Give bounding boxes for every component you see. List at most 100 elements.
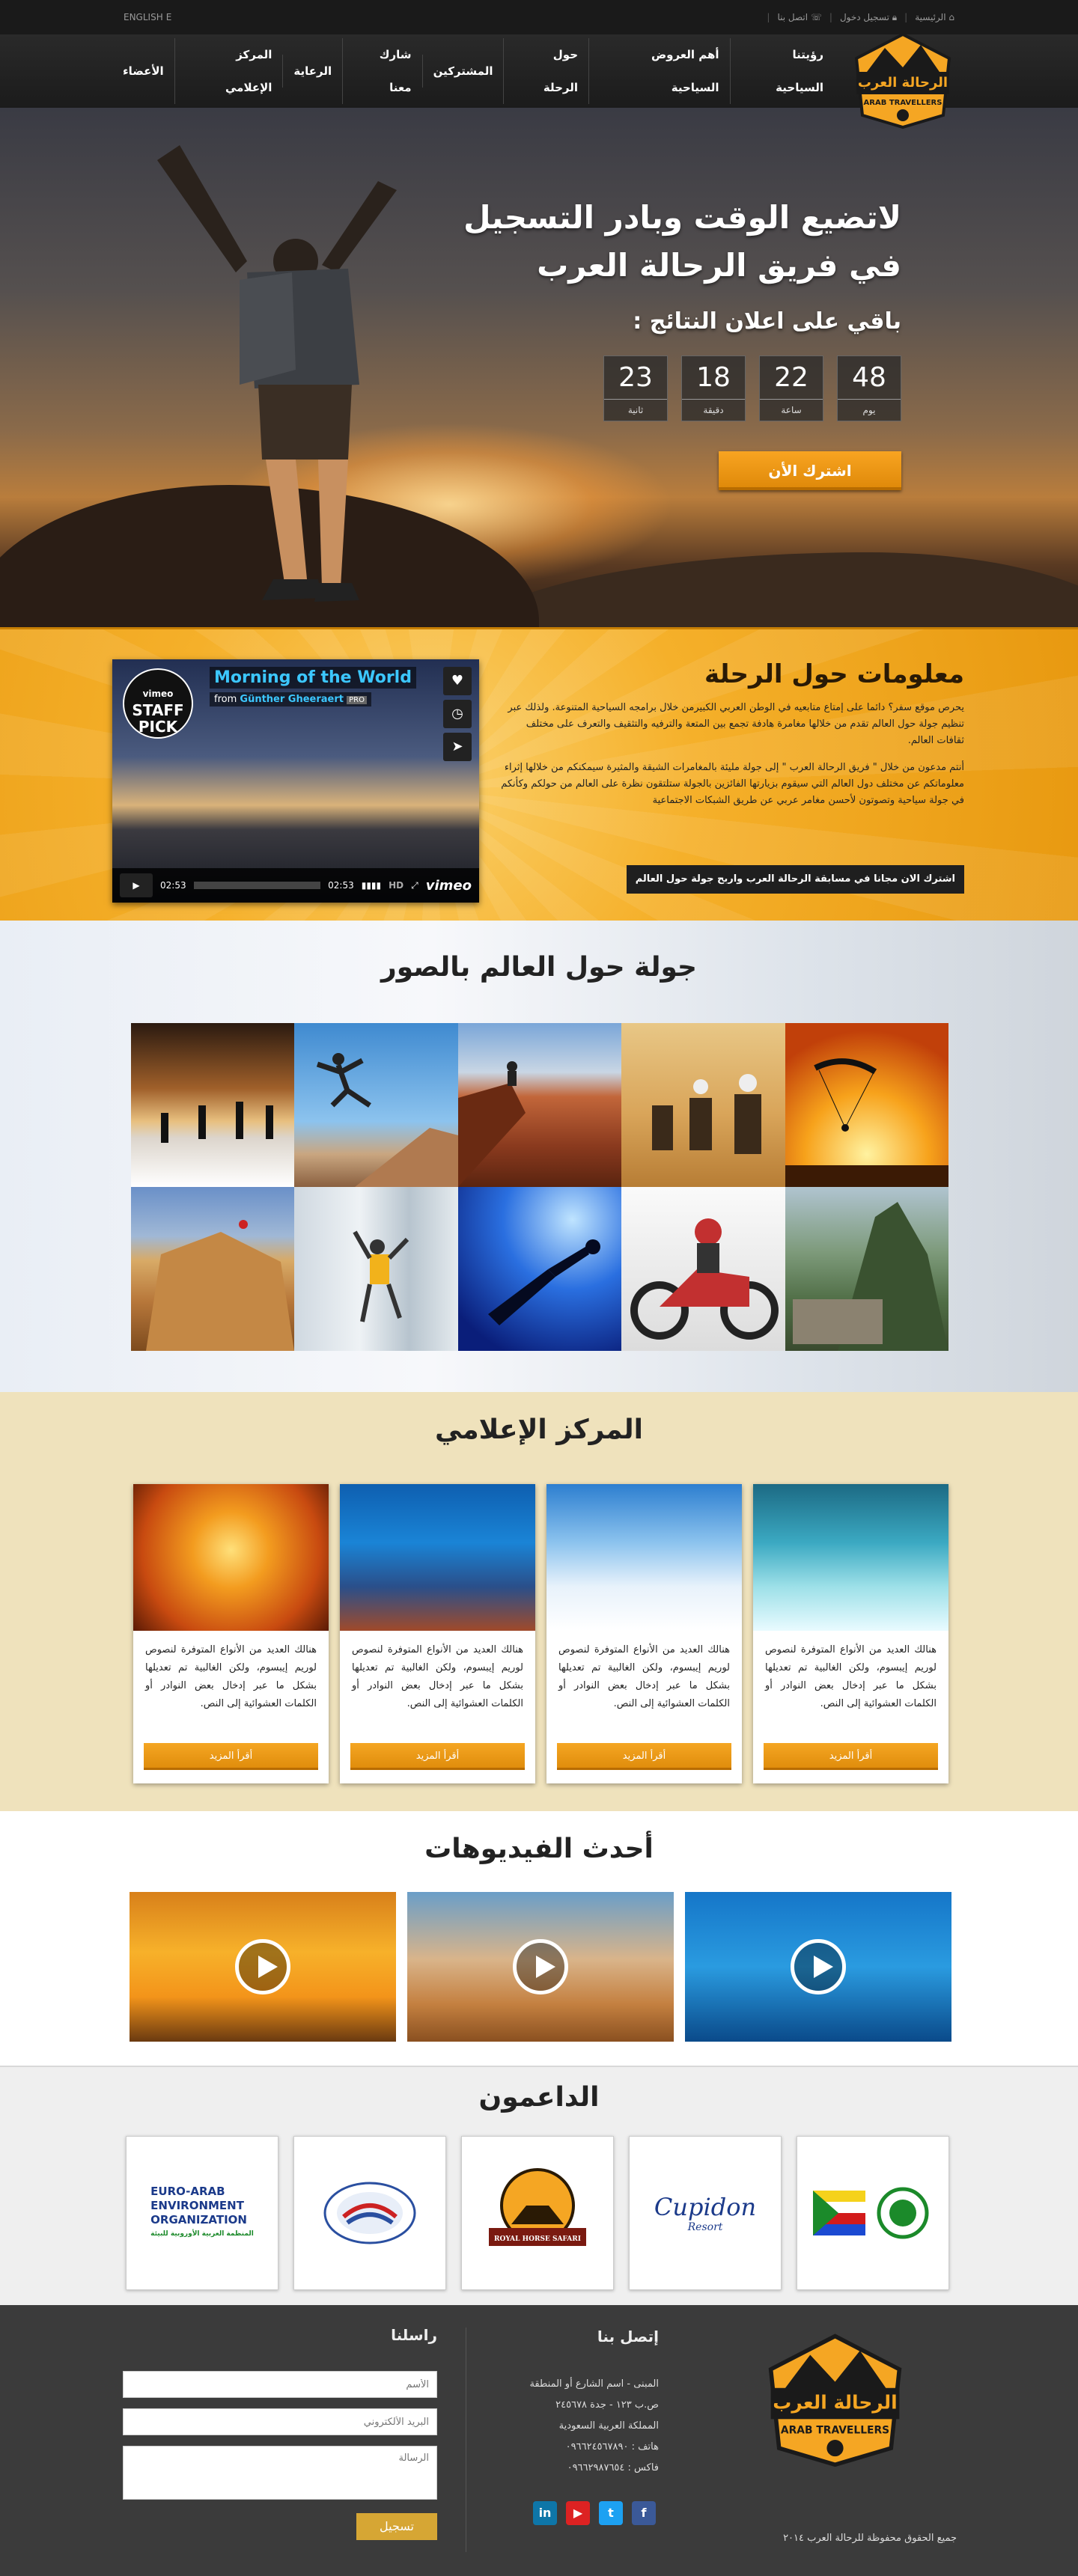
site-logo[interactable]: الرحالة العرب ARAB TRAVELLERS [847,31,958,129]
address-line: ص.ب ١٢٣ - جدة ٢٤٥٦٧٨ [555,2399,659,2411]
card-image-surfer[interactable] [753,1484,948,1631]
nav-item-members[interactable]: الأعضاء [112,55,174,88]
read-more-button[interactable]: أقرأ المزيد [144,1743,318,1770]
card-image-safari-sunset[interactable] [133,1484,329,1631]
media-center-title: المركز الإعلامي [434,1414,644,1445]
top-links: ⌂ الرئيسية | 🔒︎ تسجيل دخول | ☏ اتصل بنا … [767,12,954,23]
sponsor-euro-arab-environment[interactable]: EURO-ARAB ENVIRONMENT ORGANIZATION المنظمة … [126,2136,278,2290]
play-icon[interactable] [513,1939,568,1994]
video-thumb-diving[interactable] [685,1892,951,2042]
card-image-ice-climber[interactable] [546,1484,742,1631]
play-icon[interactable] [235,1939,290,1994]
media-card: هنالك العديد من الأنواع المتوفرة لنصوص ل… [546,1484,742,1783]
twitter-icon[interactable]: t [599,2501,623,2525]
nav-item-sponsorship[interactable]: الرعاية [282,55,342,88]
sponsor-cupidon-resort[interactable]: Cupidon Resort [629,2136,782,2290]
video-byline: from Günther Gheeraert PRO [210,692,371,706]
read-more-button[interactable]: أقرأ المزيد [764,1743,938,1770]
card-image-coral-reef[interactable] [340,1484,535,1631]
nav-item-media-center[interactable]: المركز الإعلامي [174,38,283,104]
footer-contact: إتصل بنا المبنى - اسم الشارع أو المنطقة … [509,2326,659,2479]
nav-menu: رؤيتنا السياحية أهم العروض السياحية حول … [112,38,834,104]
svg-text:ROYAL HORSE SAFARI: ROYAL HORSE SAFARI [494,2235,581,2243]
nav-item-vision[interactable]: رؤيتنا السياحية [729,38,834,104]
home-icon: ⌂ [948,12,954,22]
sponsor-royal-horse-safari[interactable]: ROYAL HORSE SAFARI [461,2136,614,2290]
card-text: هنالك العديد من الأنواع المتوفرة لنصوص ل… [352,1644,523,1709]
euro-arab-logo: EURO-ARAB ENVIRONMENT ORGANIZATION المنظمة … [150,2185,254,2238]
video-thumb-kayak[interactable] [130,1892,396,2042]
jumper-silhouette [316,1053,458,1187]
nav-item-join[interactable]: شارك معنا [342,38,421,104]
top-bar: ⌂ الرئيسية | 🔒︎ تسجيل دخول | ☏ اتصل بنا … [0,0,1078,34]
address-line: المملكة العربية السعودية [558,2420,659,2432]
fax-number: فاكس : ٠٩٦٦٢٩٨٧٦٥٤ [567,2462,659,2473]
copyright: جميع الحقوق محفوظة للرحالة العرب ٢٠١٤ [783,2533,957,2544]
vimeo-player[interactable]: vimeo STAFF PICK Morning of the World from… [112,659,479,903]
media-cards: هنالك العديد من الأنواع المتوفرة لنصوص ل… [133,1484,948,1783]
fullscreen-icon[interactable]: ⤢ [411,880,418,891]
nav-item-participants[interactable]: المشتركين [421,55,504,88]
read-more-button[interactable]: أقرأ المزيد [350,1743,525,1770]
trip-info-paragraph-1: يحرص موقع سفر؟ دائما على إمتاع متابعيه ف… [508,702,964,746]
watch-later-icon[interactable]: ◷ [443,700,472,728]
gallery-photo-snow-hikers[interactable] [131,1023,295,1187]
sponsor-comoros-emblem[interactable] [797,2136,949,2290]
phone-number: هاتف : ٠٩٦٦٢٤٥٦٧٨٩٠ [565,2441,659,2453]
message-field[interactable] [123,2446,437,2500]
photo-gallery-section: جولة حول العالم بالصور [0,921,1078,1392]
top-link-login[interactable]: 🔒︎ تسجيل دخول [840,12,897,23]
hero-subtitle: باقي على اعلان النتائج : [633,308,901,335]
gallery-photo-divers[interactable] [457,1187,622,1351]
gallery-photo-ice-climber[interactable] [294,1187,458,1351]
sponsor-organization-seal[interactable] [293,2136,446,2290]
submit-button[interactable]: تسجيل [356,2513,437,2540]
logo-emblem: الرحالة العرب ARAB TRAVELLERS [854,32,951,129]
language-switch[interactable]: E ENGLISH [124,12,171,22]
top-link-home[interactable]: ⌂ الرئيسية [915,12,954,22]
video-side-actions: ♥ ◷ ➤ [443,667,472,761]
hero-headline: لاتضيع الوقت وبادر التسجيل في فريق الرحال… [463,199,901,284]
diver-silhouettes [488,1239,601,1325]
gallery-photo-camels[interactable] [621,1023,785,1187]
countdown-seconds: 23 ثانية [603,355,668,421]
subscribe-now-button[interactable]: اشترك الأن [719,451,901,490]
video-thumb-motorbike[interactable] [407,1892,674,2042]
footer-logo[interactable]: الرحالة العرب ARAB TRAVELLERS [758,2325,912,2474]
video-seek-bar[interactable] [193,882,321,889]
countdown-hours: 22 ساعة [759,355,823,421]
latest-videos-section: أحدث الفيديوهات [0,1811,1078,2066]
sponsor-logos: Cupidon Resort ROYAL HORSE SAFARI EURO-AR… [126,2136,949,2290]
volume-icon[interactable]: ▮▮▮▮ [362,880,381,891]
gallery-photo-jumper[interactable] [294,1023,458,1187]
divider: | [829,12,832,22]
staff-pick-badge: vimeo STAFF PICK [123,668,193,739]
gallery-photo-motorbike[interactable] [621,1187,785,1351]
nav-item-offers[interactable]: أهم العروض السياحية [588,38,730,104]
free-signup-button[interactable]: اشترك الان مجانا في مسابقة الرحالة العرب… [626,865,964,894]
language-icon: E [165,12,172,22]
top-link-contact[interactable]: ☏ اتصل بنا [777,12,821,22]
svg-text:الرحالة العرب: الرحالة العرب [858,75,948,91]
trip-info-section: vimeo STAFF PICK Morning of the World from… [0,627,1078,921]
nav-item-about-trip[interactable]: حول الرحلة [503,38,588,104]
youtube-icon[interactable]: ▶ [566,2501,590,2525]
hd-toggle[interactable]: HD [389,880,404,891]
facebook-icon[interactable]: f [632,2501,656,2525]
gallery-photo-rock-climber[interactable] [131,1187,295,1351]
gallery-photo-canyon[interactable] [457,1023,622,1187]
flag-emblem-logo [813,2187,929,2239]
share-icon[interactable]: ➤ [443,733,472,761]
gallery-photo-paraglider[interactable] [785,1023,948,1187]
sponsors-title: الداعمون [478,2082,600,2113]
read-more-button[interactable]: أقرأ المزيد [557,1743,731,1770]
play-button[interactable]: ▶ [120,873,153,897]
like-icon[interactable]: ♥ [443,667,472,695]
linkedin-icon[interactable]: in [533,2501,557,2525]
email-field[interactable] [123,2408,437,2435]
play-icon[interactable] [791,1939,846,1994]
vimeo-logo[interactable]: vimeo [426,878,472,894]
gallery-photo-machu-picchu[interactable] [785,1187,948,1351]
name-field[interactable] [123,2371,437,2398]
video-title[interactable]: Morning of the World [210,667,416,689]
